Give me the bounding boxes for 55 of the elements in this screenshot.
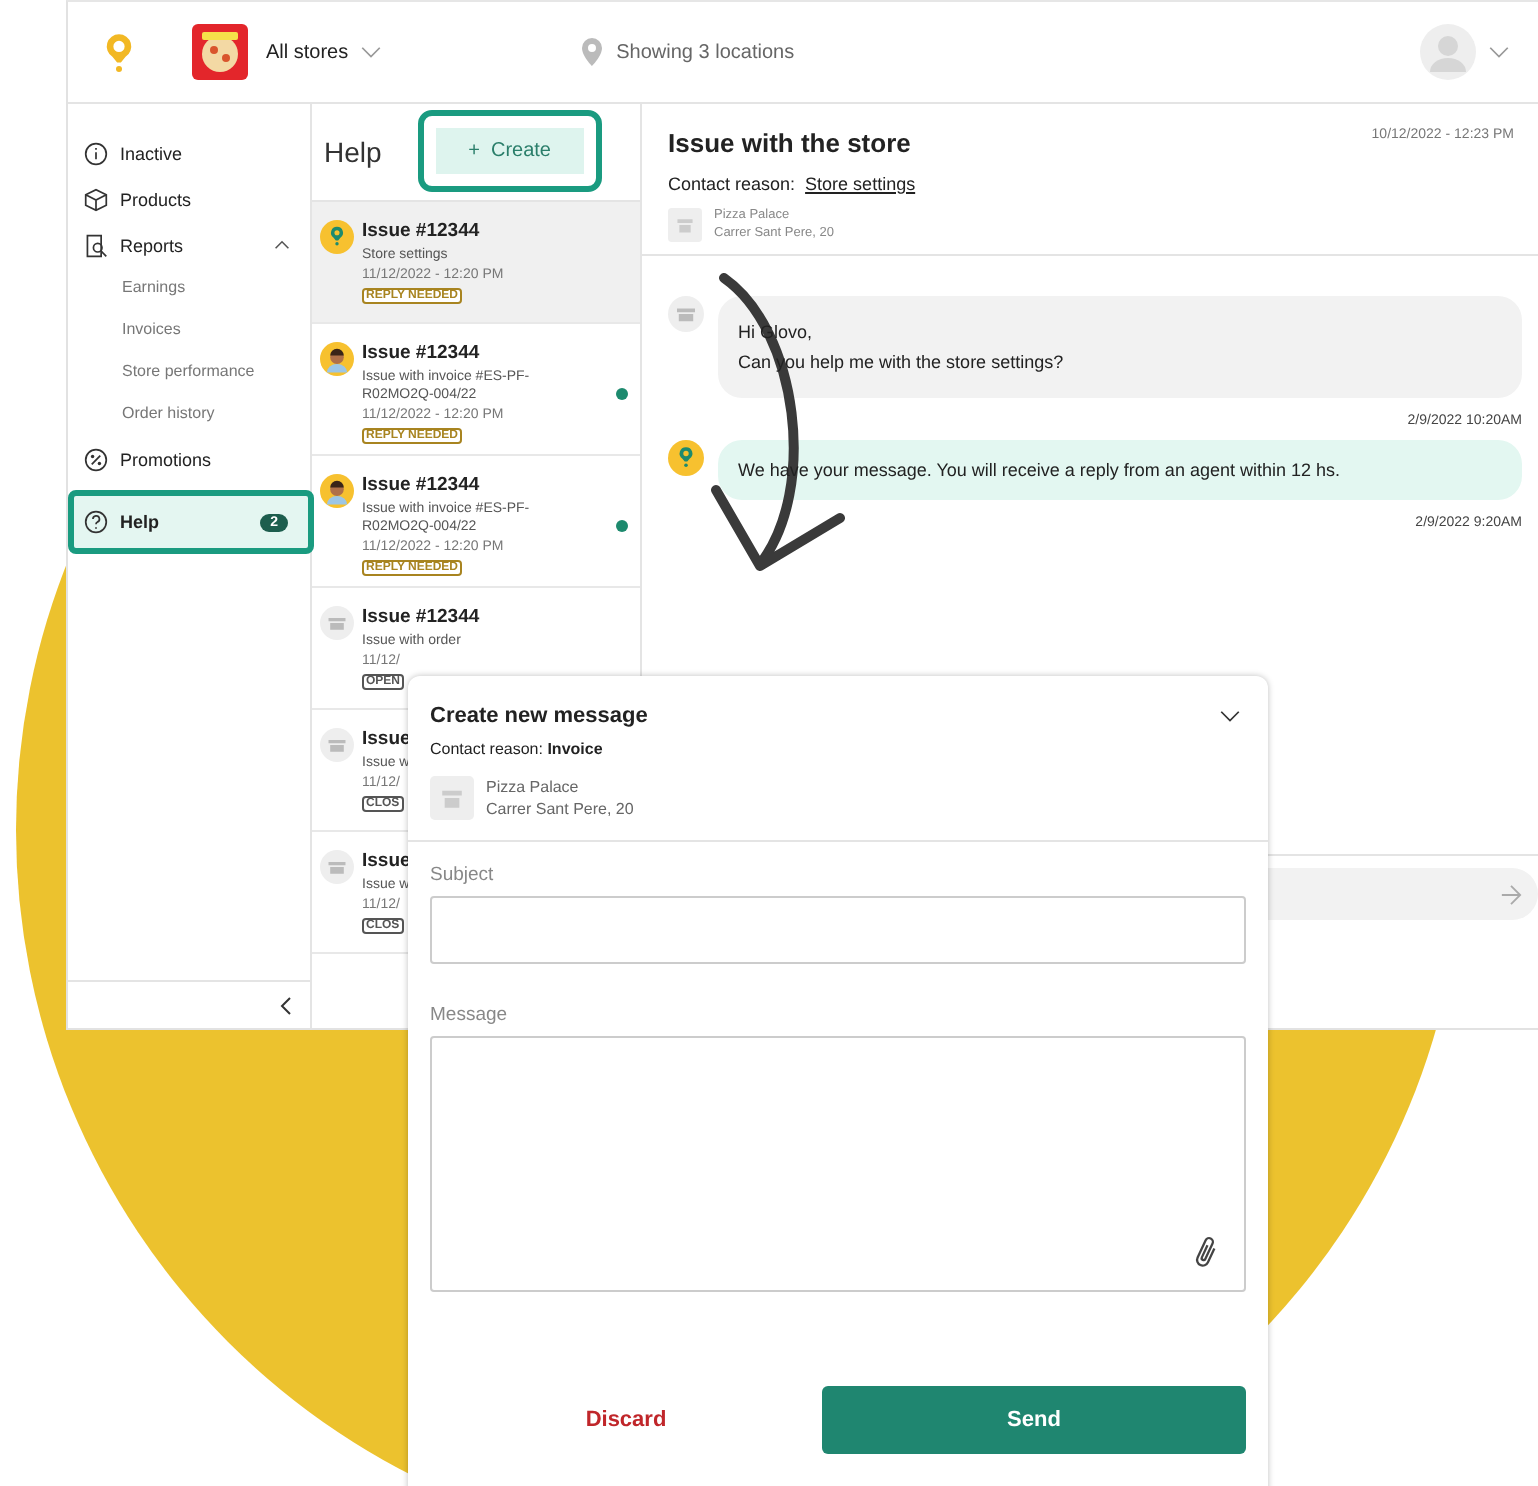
sidebar-item[interactable]: Products: [68, 176, 310, 222]
percent-icon: [84, 447, 108, 471]
store-address: Carrer Sant Pere, 20: [486, 798, 634, 821]
report-icon: [84, 233, 108, 257]
paperclip-icon[interactable]: [1194, 1234, 1218, 1273]
person-avatar-icon: [320, 342, 354, 376]
subject-field[interactable]: [430, 896, 1246, 965]
info-icon: [84, 141, 108, 165]
sidebar-subitem[interactable]: Order history: [68, 394, 282, 436]
store-selector[interactable]: All stores: [266, 41, 349, 63]
chevron-left-icon[interactable]: [280, 995, 292, 1015]
sidebar-subitem[interactable]: Store performance: [68, 352, 282, 394]
store-icon: [668, 207, 702, 242]
issue-title: Issue #12344: [362, 474, 480, 497]
pin-avatar-icon: [320, 220, 354, 254]
chevron-down-icon: [1488, 45, 1510, 59]
sidebar-item[interactable]: Reports: [68, 222, 310, 268]
pin-logo-icon: [104, 31, 134, 73]
box-icon: [84, 187, 108, 211]
issue-title: Issue #12344: [362, 342, 480, 364]
store-avatar-icon: [320, 606, 354, 641]
store-avatar-icon: [320, 728, 354, 763]
message-field[interactable]: [430, 1036, 1246, 1293]
panel-title: Help: [324, 136, 382, 168]
chevron-down-icon: [360, 45, 383, 59]
send-arrow-icon[interactable]: [1500, 883, 1522, 905]
contact-reason-link[interactable]: Store settings: [805, 174, 916, 194]
sidebar-item[interactable]: Promotions: [68, 436, 310, 482]
sidebar-subitem[interactable]: Earnings: [68, 268, 282, 310]
pin-avatar-icon: [668, 440, 704, 477]
help-icon: [84, 510, 108, 534]
location-pin-icon: [582, 38, 603, 66]
chevron-down-icon[interactable]: [1218, 709, 1242, 723]
contact-reason-label: Contact reason:: [668, 174, 796, 194]
field-label: Message: [430, 1004, 508, 1027]
issue-title: Issue: [362, 728, 411, 751]
discard-button[interactable]: Discard: [430, 1406, 822, 1435]
store-icon: [430, 776, 474, 821]
person-avatar-icon: [320, 474, 354, 509]
conversation-title: Issue with the store: [668, 128, 911, 158]
store-avatar-icon: [668, 296, 704, 333]
issue-title: Issue #12344: [362, 606, 480, 629]
avatar-icon[interactable]: [1420, 24, 1476, 80]
location-filter[interactable]: Showing 3 locations: [616, 41, 795, 63]
contact-reason: Contact reason: Invoice: [430, 740, 605, 758]
field-label: Subject: [430, 864, 494, 887]
store-logo-icon: [192, 24, 248, 80]
issue-title: Issue: [362, 850, 411, 873]
store-avatar-icon: [320, 850, 354, 885]
send-button[interactable]: Send: [822, 1386, 1246, 1455]
store-name: Pizza Palace: [486, 776, 581, 799]
create-button[interactable]: + Create: [435, 127, 584, 173]
sidebar-item[interactable]: Inactive: [68, 130, 310, 176]
sidebar-subitem[interactable]: Invoices: [68, 310, 282, 352]
issue-title: Issue #12344: [362, 220, 480, 242]
